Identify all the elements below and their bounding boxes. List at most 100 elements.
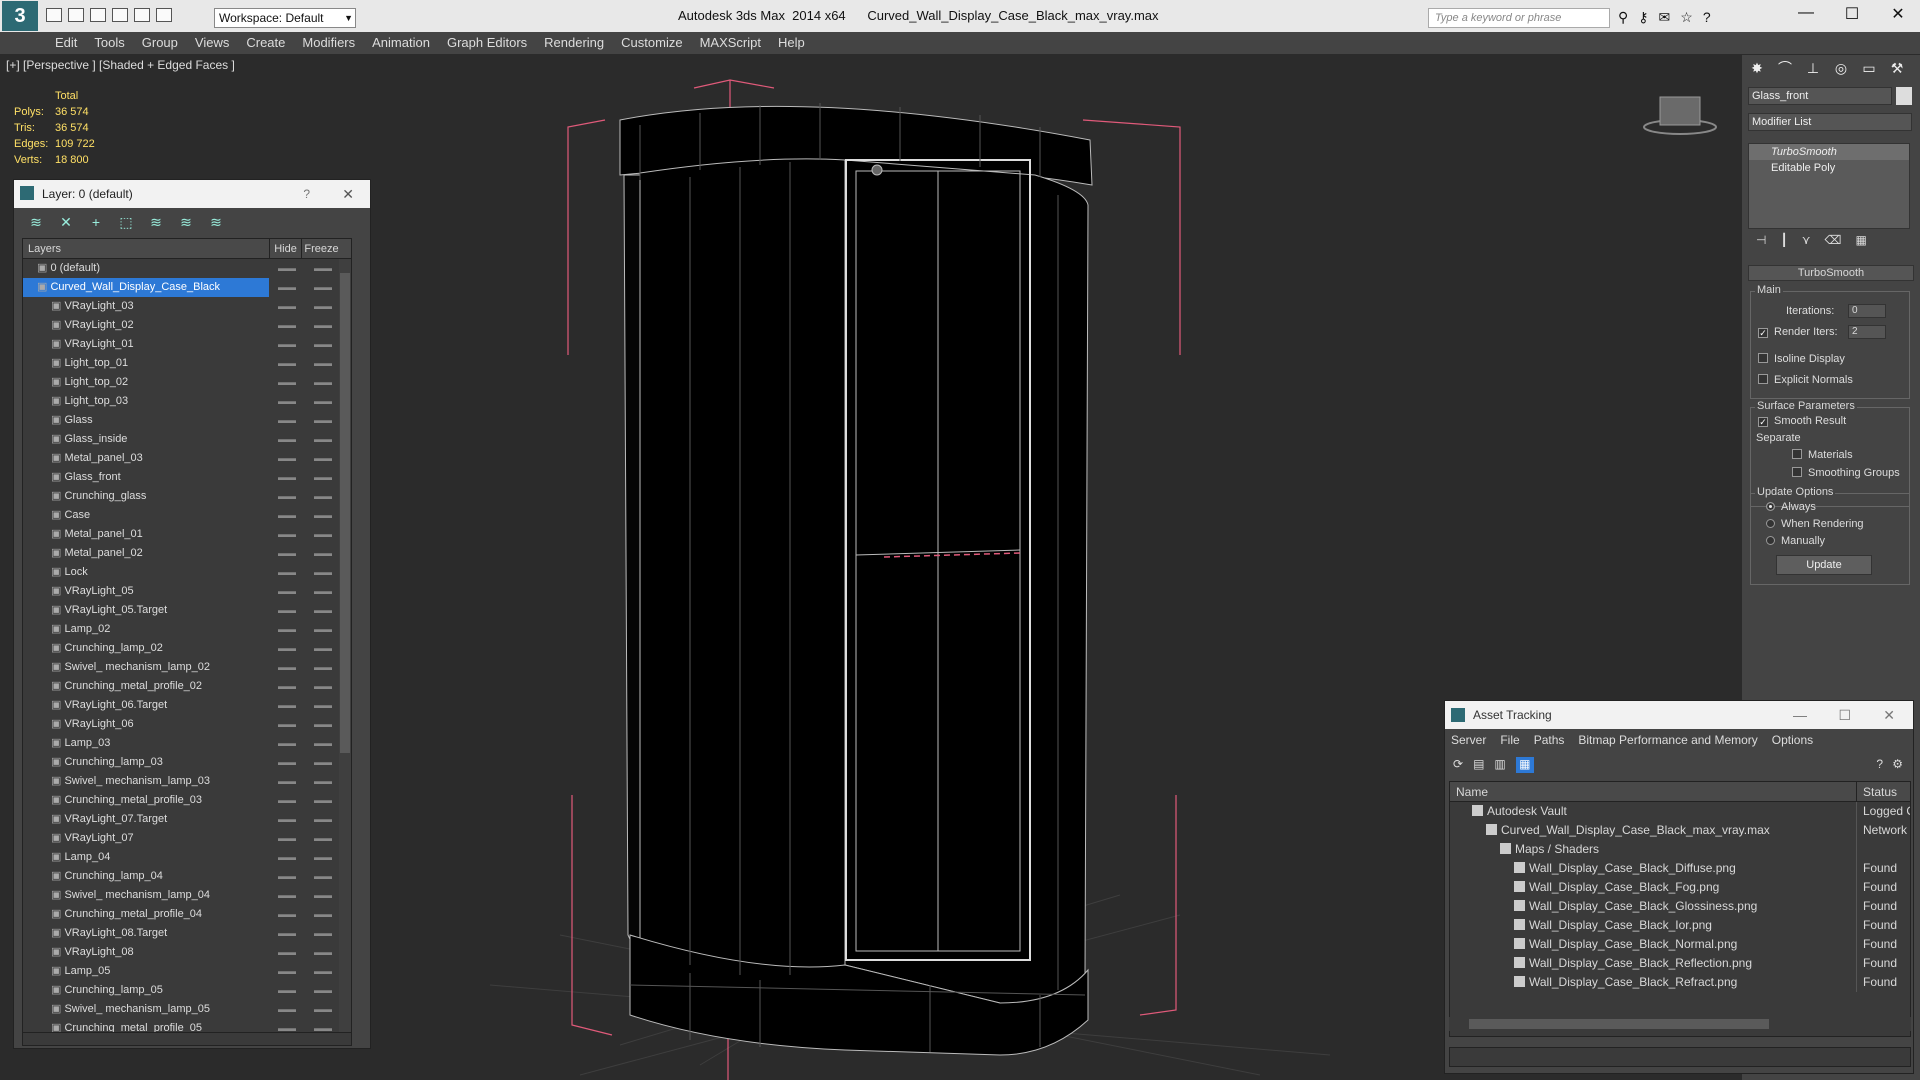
layer-row[interactable]: ▣ Glass_front ▬▬ ▬▬ [23,468,351,487]
binoculars-icon[interactable]: ⚲ [1618,9,1628,26]
menu-animation[interactable]: Animation [372,32,443,54]
freeze-toggle[interactable]: ▬▬ [305,905,341,924]
freeze-toggle[interactable]: ▬▬ [305,753,341,772]
layer-row[interactable]: ▣ VRayLight_06.Target ▬▬ ▬▬ [23,696,351,715]
asset-row[interactable]: Wall_Display_Case_Black_Ior.png Found [1450,916,1910,935]
freeze-toggle[interactable]: ▬▬ [305,544,341,563]
freeze-toggle[interactable]: ▬▬ [305,487,341,506]
display-tab-icon[interactable]: ▭ [1858,58,1880,78]
layer-row[interactable]: ▣ VRayLight_03 ▬▬ ▬▬ [23,297,351,316]
layer-row[interactable]: ▣ Crunching_lamp_04 ▬▬ ▬▬ [23,867,351,886]
layer-row[interactable]: ▣ Swivel_ mechanism_lamp_05 ▬▬ ▬▬ [23,1000,351,1019]
hide-toggle[interactable]: ▬▬ [269,715,305,734]
layer-panel-header[interactable]: Layer: 0 (default) ? ✕ [14,180,370,208]
menu-graph-editors[interactable]: Graph Editors [447,32,540,54]
hide-toggle[interactable]: ▬▬ [269,772,305,791]
freeze-layers-icon[interactable]: ≋ [208,214,224,230]
asset-menu-bitmap[interactable]: Bitmap Performance and Memory [1578,729,1757,751]
hide-toggle[interactable]: ▬▬ [269,810,305,829]
freeze-toggle[interactable]: ▬▬ [305,696,341,715]
freeze-toggle[interactable]: ▬▬ [305,468,341,487]
layer-row[interactable]: ▣ Light_top_03 ▬▬ ▬▬ [23,392,351,411]
layer-row[interactable]: ▣ Case ▬▬ ▬▬ [23,506,351,525]
layer-row[interactable]: ▣ Crunching_glass ▬▬ ▬▬ [23,487,351,506]
layer-row[interactable]: ▣ Lamp_02 ▬▬ ▬▬ [23,620,351,639]
freeze-toggle[interactable]: ▬▬ [305,772,341,791]
freeze-toggle[interactable]: ▬▬ [305,316,341,335]
layer-row[interactable]: ▣ VRayLight_05.Target ▬▬ ▬▬ [23,601,351,620]
column-name[interactable]: Name [1450,782,1856,801]
layer-row[interactable]: ▣ 0 (default) ▬▬ ▬▬ [23,259,351,278]
freeze-toggle[interactable]: ▬▬ [305,430,341,449]
asset-row[interactable]: Wall_Display_Case_Black_Glossiness.png Fo… [1450,897,1910,916]
layer-row[interactable]: ▣ VRayLight_07 ▬▬ ▬▬ [23,829,351,848]
freeze-toggle[interactable]: ▬▬ [305,563,341,582]
hide-toggle[interactable]: ▬▬ [269,278,305,297]
asset-row[interactable]: Curved_Wall_Display_Case_Black_max_vray.… [1450,821,1910,840]
hide-toggle[interactable]: ▬▬ [269,924,305,943]
freeze-toggle[interactable]: ▬▬ [305,848,341,867]
freeze-toggle[interactable]: ▬▬ [305,354,341,373]
menu-edit[interactable]: Edit [55,32,90,54]
column-layers[interactable]: Layers [23,239,269,258]
menu-views[interactable]: Views [195,32,242,54]
iterations-spinner[interactable]: 0 [1848,304,1886,318]
freeze-toggle[interactable]: ▬▬ [305,981,341,1000]
menu-group[interactable]: Group [142,32,191,54]
layer-row[interactable]: ▣ Swivel_ mechanism_lamp_02 ▬▬ ▬▬ [23,658,351,677]
select-objects-icon[interactable]: ⬚ [118,214,134,230]
modifier-list-dropdown[interactable]: Modifier List [1748,113,1912,131]
layer-row[interactable]: ▣ Light_top_02 ▬▬ ▬▬ [23,373,351,392]
create-layer-icon[interactable]: ≋ [28,214,44,230]
layer-row[interactable]: ▣ VRayLight_01 ▬▬ ▬▬ [23,335,351,354]
remove-modifier-icon[interactable]: ⌫ [1824,233,1841,253]
hide-toggle[interactable]: ▬▬ [269,259,305,278]
app-logo-icon[interactable]: 3 [2,1,38,31]
hide-toggle[interactable]: ▬▬ [269,525,305,544]
modifier-stack-item[interactable]: TurboSmooth [1749,144,1909,160]
workspace-dropdown[interactable]: Workspace: Default ▼ [214,8,356,28]
layer-row[interactable]: ▣ Lock ▬▬ ▬▬ [23,563,351,582]
freeze-toggle[interactable]: ▬▬ [305,335,341,354]
communication-icon[interactable]: ✉ [1659,9,1671,26]
asset-menu-options[interactable]: Options [1772,729,1813,751]
menu-help[interactable]: Help [778,32,818,54]
hide-toggle[interactable]: ▬▬ [269,582,305,601]
viewport-label[interactable]: [+] [Perspective ] [Shaded + Edged Faces… [6,58,235,72]
hide-toggle[interactable]: ▬▬ [269,677,305,696]
smoothing-groups-checkbox[interactable] [1792,467,1802,477]
asset-menu-server[interactable]: Server [1451,729,1486,751]
asset-row[interactable]: Maps / Shaders [1450,840,1910,859]
hide-toggle[interactable]: ▬▬ [269,791,305,810]
utilities-tab-icon[interactable]: ⚒ [1886,58,1908,78]
freeze-toggle[interactable]: ▬▬ [305,734,341,753]
freeze-toggle[interactable]: ▬▬ [305,943,341,962]
freeze-toggle[interactable]: ▬▬ [305,449,341,468]
search-input[interactable]: Type a keyword or phrase [1428,8,1610,28]
menu-customize[interactable]: Customize [621,32,695,54]
help-icon[interactable]: ? [1876,757,1883,771]
when-rendering-radio[interactable] [1766,519,1775,528]
asset-panel-header[interactable]: Asset Tracking — ☐ ✕ [1445,701,1913,729]
asset-menu-file[interactable]: File [1500,729,1519,751]
asset-row[interactable]: Autodesk Vault Logged O [1450,802,1910,821]
motion-tab-icon[interactable]: ◎ [1830,58,1852,78]
freeze-toggle[interactable]: ▬▬ [305,411,341,430]
close-icon[interactable]: ✕ [342,180,354,208]
layer-row[interactable]: ▣ Metal_panel_01 ▬▬ ▬▬ [23,525,351,544]
scrollbar-thumb[interactable] [1469,1019,1769,1029]
layer-row[interactable]: ▣ Crunching_lamp_03 ▬▬ ▬▬ [23,753,351,772]
freeze-toggle[interactable]: ▬▬ [305,297,341,316]
freeze-toggle[interactable]: ▬▬ [305,810,341,829]
hide-toggle[interactable]: ▬▬ [269,563,305,582]
settings-icon[interactable]: ⚙ [1892,757,1903,771]
minimize-button[interactable]: — [1786,4,1826,22]
column-freeze[interactable]: Freeze [301,239,341,258]
asset-row[interactable]: Wall_Display_Case_Black_Fog.png Found [1450,878,1910,897]
hide-toggle[interactable]: ▬▬ [269,392,305,411]
hide-toggle[interactable]: ▬▬ [269,487,305,506]
layer-row[interactable]: ▣ VRayLight_06 ▬▬ ▬▬ [23,715,351,734]
table-view-icon[interactable]: ▦ [1515,757,1534,773]
materials-checkbox[interactable] [1792,449,1802,459]
layer-row[interactable]: ▣ Glass_inside ▬▬ ▬▬ [23,430,351,449]
